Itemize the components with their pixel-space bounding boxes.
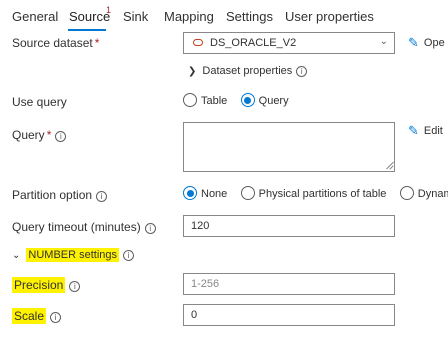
precision-input[interactable]: [183, 273, 395, 295]
tab-sink[interactable]: Sink: [123, 9, 148, 24]
open-dataset-button[interactable]: ✎ Ope: [408, 36, 445, 51]
query-label: Query * i: [12, 128, 67, 142]
chevron-down-icon: ⌄: [379, 36, 388, 47]
radio-query[interactable]: [240, 93, 255, 107]
scale-label: Scale i: [12, 308, 62, 324]
resize-handle-icon[interactable]: [385, 162, 393, 170]
chevron-down-icon: ⌄: [12, 250, 21, 261]
radio-physical-partitions[interactable]: [240, 186, 255, 200]
source-dataset-label: Source dataset *: [12, 36, 99, 50]
required-mark: *: [94, 36, 100, 50]
scale-input[interactable]: [183, 304, 395, 326]
source-dataset-label-text: Source dataset: [12, 36, 93, 50]
info-icon: i: [96, 191, 108, 202]
chevron-right-icon: ❯: [188, 66, 197, 77]
radio-none[interactable]: [183, 186, 197, 200]
tab-source[interactable]: Source: [69, 9, 110, 24]
radio-physical-partitions-label[interactable]: Physical partitions of table: [259, 188, 387, 200]
radio-table-label[interactable]: Table: [201, 95, 227, 107]
radio-query-label[interactable]: Query: [259, 95, 289, 107]
number-settings-label: NUMBER settings: [26, 248, 120, 262]
query-timeout-input[interactable]: [183, 215, 395, 237]
info-icon: i: [50, 312, 62, 323]
query-timeout-label: Query timeout (minutes) i: [12, 220, 156, 234]
precision-label: Precision i: [12, 277, 81, 293]
precision-label-text: Precision: [12, 277, 66, 293]
query-timeout-label-text: Query timeout (minutes): [12, 220, 141, 234]
radio-none-label[interactable]: None: [201, 188, 227, 200]
info-icon: i: [55, 131, 67, 142]
scale-label-text: Scale: [12, 308, 47, 324]
dataset-icon: [193, 39, 203, 46]
tab-user-properties[interactable]: User properties: [285, 9, 374, 24]
edit-query-label: Edit: [423, 125, 443, 137]
radio-dynamic-range[interactable]: [399, 186, 414, 200]
tab-source-badge: 1: [106, 5, 112, 15]
pencil-icon: ✎: [408, 124, 419, 139]
info-icon: i: [144, 223, 156, 234]
dataset-properties-expander[interactable]: ❯ Dataset properties i: [188, 65, 308, 77]
info-icon: i: [296, 66, 308, 77]
source-dataset-select[interactable]: DS_ORACLE_V2 ⌄: [183, 32, 395, 54]
partition-option-radio-group: None Physical partitions of table Dynam: [183, 186, 448, 200]
query-label-text: Query: [12, 128, 45, 142]
open-dataset-label: Ope: [423, 37, 445, 49]
tab-bar: General Source 1 Sink Mapping Settings U…: [0, 0, 448, 34]
pencil-icon: ✎: [408, 36, 419, 51]
info-icon: i: [69, 281, 81, 292]
active-tab-indicator: [68, 29, 106, 31]
required-mark: *: [46, 128, 52, 142]
source-dataset-value: DS_ORACLE_V2: [210, 37, 297, 49]
tab-general[interactable]: General: [12, 9, 58, 24]
edit-query-button[interactable]: ✎ Edit: [408, 124, 443, 139]
number-settings-expander[interactable]: ⌄ NUMBER settings i: [12, 248, 135, 262]
radio-dynamic-range-label[interactable]: Dynam: [418, 188, 448, 200]
partition-option-label-text: Partition option: [12, 188, 93, 202]
tab-mapping[interactable]: Mapping: [164, 9, 214, 24]
partition-option-label: Partition option i: [12, 188, 108, 202]
tab-settings[interactable]: Settings: [226, 9, 273, 24]
use-query-radio-group: Table Query: [183, 93, 299, 107]
radio-table[interactable]: [183, 93, 197, 107]
info-icon: i: [123, 250, 135, 261]
dataset-properties-label: Dataset properties: [202, 65, 293, 77]
use-query-label: Use query: [12, 95, 67, 109]
query-textarea[interactable]: [183, 122, 395, 172]
